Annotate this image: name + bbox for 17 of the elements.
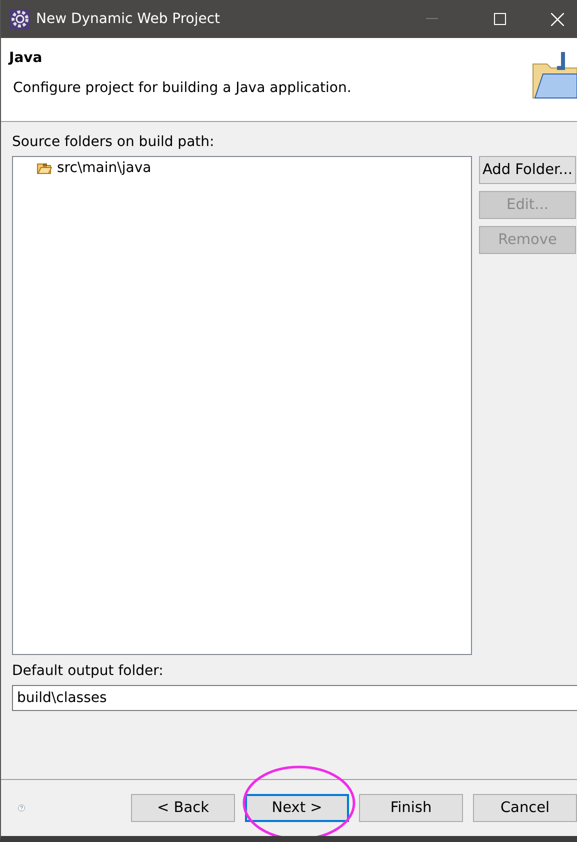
folder-tree-item[interactable]: src\main\java [37,160,152,176]
maximize-icon[interactable] [494,13,506,25]
close-icon[interactable] [550,12,564,26]
window-title: New Dynamic Web Project [36,11,222,27]
page-title: Java [9,50,44,66]
wizard-button[interactable]: Cancel [473,794,577,822]
wizard-button[interactable]: < Back [131,794,235,822]
page-description: Configure project for building a Java application. [12,80,352,96]
side-button[interactable]: Add Folder... [479,156,576,184]
wizard-button[interactable]: Finish [359,794,463,822]
output-folder-label: Default output folder: [12,663,164,679]
wizard-button[interactable]: Next > [245,794,349,822]
gear-icon [10,9,30,29]
source-folders-label: Source folders on build path: [12,134,216,150]
source-folder-list[interactable]: src\main\java [12,156,472,655]
package-folder-icon [37,162,52,174]
output-folder-field[interactable]: build\classes [12,685,577,711]
